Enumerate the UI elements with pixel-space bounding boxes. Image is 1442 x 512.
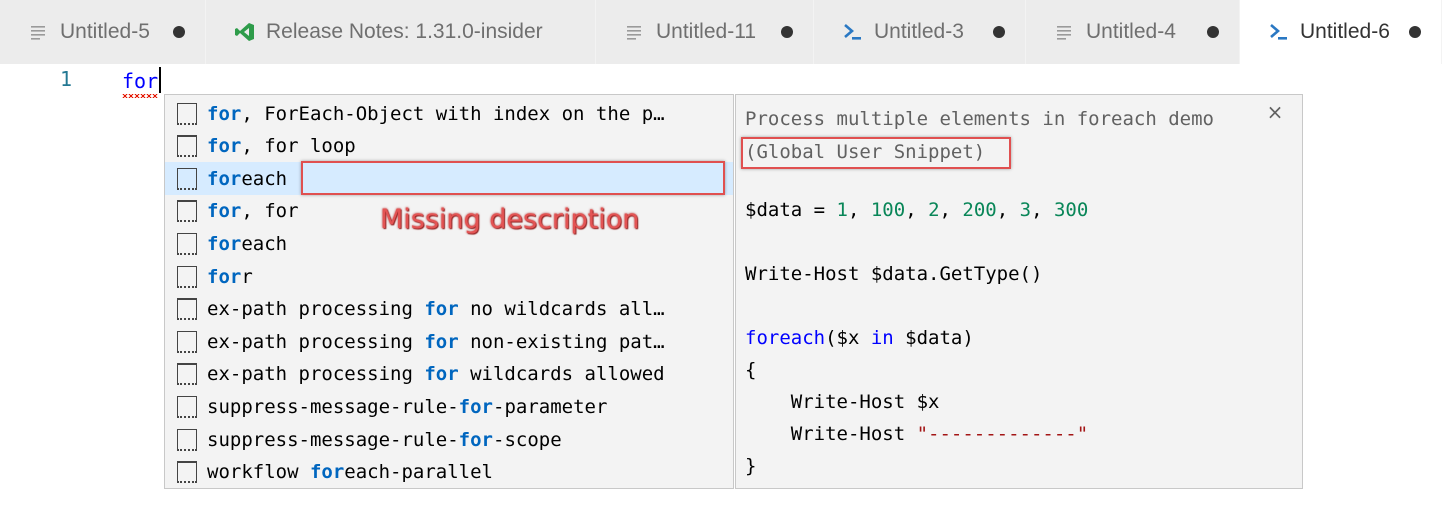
error-squiggle [122,94,159,98]
suggestion-item[interactable]: workflow foreach-parallel [165,456,733,489]
lines-icon [28,21,50,43]
tab-label: Untitled-6 [1300,20,1390,43]
snippet-icon [176,200,197,223]
snippet-icon [176,135,197,158]
tab-label: Untitled-11 [656,20,756,43]
snippet-icon [176,265,197,288]
code-text: for [122,69,159,98]
tab-untitled-6[interactable]: Untitled-6 [1240,0,1442,64]
suggestion-label: ex-path processing for wildcards allowed [207,363,665,386]
tab-bar: Untitled-5 Release Notes: 1.31.0-insider U… [0,0,1442,65]
details-title: Process multiple elements in foreach dem… [745,108,1214,130]
highlight-box-missing-description [301,161,725,195]
snippet-icon [176,167,197,190]
suggestion-list[interactable]: for, ForEach-Object with index on the p…… [164,94,734,489]
tab-label: Untitled-5 [60,20,150,43]
suggestion-label: workflow foreach-parallel [207,461,493,484]
suggestion-item[interactable]: for, for loop [165,130,733,163]
tab-untitled-3[interactable]: Untitled-3 [814,0,1026,64]
lines-icon [624,21,646,43]
code-line-close-brace: } [745,455,757,477]
unsaved-dot-icon[interactable] [993,26,1005,38]
code-line[interactable]: for [122,67,162,98]
suggestion-item[interactable]: for, ForEach-Object with index on the p… [165,97,733,130]
snippet-icon [176,102,197,125]
suggestion-label: forr [207,265,253,288]
suggestion-label: foreach [207,232,288,255]
snippet-icon [176,363,197,386]
unsaved-dot-icon[interactable] [1409,26,1421,38]
suggestion-item[interactable]: ex-path processing for non-existing pat… [165,325,733,358]
snippet-icon [176,395,197,418]
suggestion-label: suppress-message-rule-for-scope [207,428,562,451]
unsaved-dot-icon[interactable] [173,26,185,38]
suggestion-label: ex-path processing for no wildcards all… [207,298,665,321]
tab-untitled-4[interactable]: Untitled-4 [1026,0,1240,64]
code-line-open-brace: { [745,359,757,381]
snippet-icon [176,330,197,353]
tab-untitled-5[interactable]: Untitled-5 [0,0,206,64]
suggestion-label: for, for loop [207,135,356,158]
code-line-foreach: foreach($x in $data) [745,327,974,349]
suggestion-item[interactable]: ex-path processing for no wildcards all… [165,293,733,326]
code-line-write-x: Write-Host $x [745,391,940,413]
tab-release-notes-1-31-0-insider[interactable]: Release Notes: 1.31.0-insider [206,0,596,64]
snippet-icon [176,232,197,255]
close-icon[interactable]: × [1266,102,1284,122]
snippet-icon [176,298,197,321]
code-line-data: $data = 1, 100, 2, 200, 3, 300 [745,199,1089,221]
tab-label: Untitled-4 [1086,20,1176,43]
suggestion-label: ex-path processing for non-existing pat… [207,330,665,353]
unsaved-dot-icon[interactable] [781,26,793,38]
highlight-box-snippet-source [741,137,1011,169]
suggestion-item[interactable]: suppress-message-rule-for-parameter [165,390,733,423]
snippet-icon [176,461,197,484]
tab-label: Untitled-3 [874,20,964,43]
snippet-icon [176,428,197,451]
tab-untitled-11[interactable]: Untitled-11 [596,0,814,64]
suggestion-label: suppress-message-rule-for-parameter [207,395,608,418]
annotation-missing-description: Missing description [380,204,640,235]
unsaved-dot-icon[interactable] [1207,26,1219,38]
line-number: 1 [60,67,73,91]
suggestion-item[interactable]: forr [165,260,733,293]
vscode-icon [234,21,256,43]
suggestion-item[interactable]: suppress-message-rule-for-scope [165,423,733,456]
vscode-window: Untitled-5 Release Notes: 1.31.0-insider U… [0,0,1442,512]
powershell-icon [842,21,864,43]
suggestion-item[interactable]: ex-path processing for wildcards allowed [165,358,733,391]
code-line-write-dashes: Write-Host "-------------" [745,423,1089,445]
tab-label: Release Notes: 1.31.0-insider [266,20,543,43]
code-line-gettype: Write-Host $data.GetType() [745,263,1043,285]
suggestion-label: foreach [207,167,288,190]
suggestion-label: for, for [207,200,299,223]
lines-icon [1054,21,1076,43]
powershell-icon [1268,21,1290,43]
suggestion-label: for, ForEach-Object with index on the p… [207,102,665,125]
text-caret [159,67,162,93]
